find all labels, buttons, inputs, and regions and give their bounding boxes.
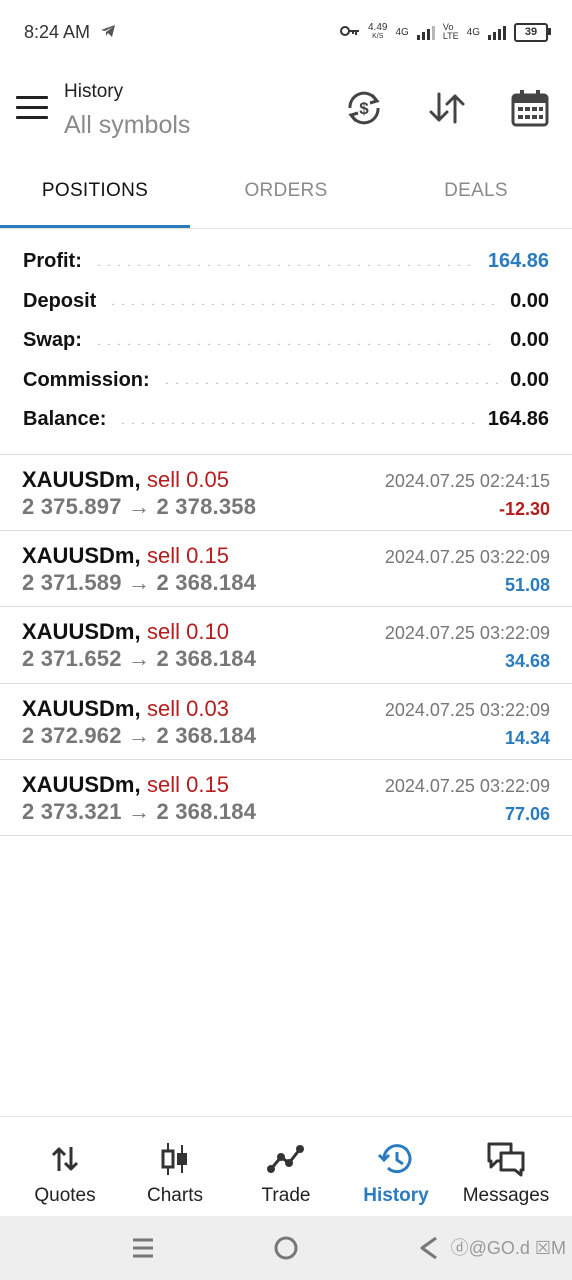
deal-prices: 2 372.962 → 2 368.184 [22,722,257,748]
recent-apps-icon[interactable] [128,1233,158,1263]
messages-icon [486,1141,526,1177]
dotted-leader [118,421,476,424]
deal-profit: -12.30 [498,499,550,519]
nav-label: Trade [261,1185,311,1206]
net-speed: 4.49 [368,22,388,33]
nav-label: Messages [462,1185,550,1206]
deal-symbol: XAUUSDm, [22,543,141,569]
summary-row-swap: Swap: 0.00 [0,321,572,361]
battery-icon: 39 [514,22,551,42]
nav-messages[interactable]: Messages [449,1117,563,1217]
page-title: History [64,81,124,102]
nav-label: Charts [147,1185,203,1206]
deal-side: sell 0.10 [147,619,229,645]
deal-symbol: XAUUSDm, [22,467,141,492]
dotted-leader [108,303,499,306]
summary-row-commission: Commission: 0.00 [0,361,572,401]
deal-side: sell 0.15 [147,771,229,797]
net-speed-unit: K/S [372,33,384,40]
charts-icon [155,1141,195,1177]
deal-prices: 2 371.589 → 2 368.184 [22,570,257,596]
deal-side: sell 0.05 [147,467,229,492]
bottom-navigation: Quotes Charts Trade History Messages [0,1116,572,1216]
sort-icon[interactable] [425,86,469,130]
telegram-icon [100,22,116,43]
app-bar: History All symbols $ [0,64,572,156]
nav-label: History [363,1185,429,1206]
deal-prices: 2 373.321 → 2 368.184 [22,798,257,824]
deal-profit: 34.68 [504,651,550,672]
deal-time: 2024.07.25 03:22:09 [384,699,550,720]
summary-value: 0.00 [510,289,549,312]
summary-value: 164.86 [487,408,549,431]
summary-label: Commission: [23,368,150,391]
trade-icon [266,1141,306,1177]
history-icon [376,1141,416,1177]
deal-symbol: XAUUSDm, [22,695,141,721]
list-item[interactable]: XAUUSDm, sell 0.15 2 371.589 → 2 368.184… [0,531,572,608]
nav-charts[interactable]: Charts [118,1117,232,1217]
summary-value: 0.00 [510,329,549,352]
tab-deals[interactable]: DEALS [381,156,571,228]
symbol-filter[interactable]: All symbols [64,111,190,140]
back-icon[interactable] [414,1233,444,1263]
summary-row-profit: Profit: 164.86 [0,242,572,282]
calendar-icon[interactable] [508,86,552,130]
summary-label: Profit: [23,250,82,273]
deal-time: 2024.07.25 03:22:09 [384,623,550,644]
battery-level: 39 [524,26,538,38]
nav-history[interactable]: History [339,1117,453,1217]
deal-prices: 2 375.897 → 2 378.358 [22,494,257,519]
summary-row-balance: Balance: 164.86 [0,400,572,440]
signal-icon [416,24,435,40]
deal-symbol: XAUUSDm, [22,619,141,645]
summary-label: Deposit [23,289,97,312]
network-type-1: 4G [395,26,409,38]
quotes-icon [45,1141,85,1177]
network-type-2: 4G [466,26,480,38]
home-icon[interactable] [271,1233,301,1263]
deal-time: 2024.07.25 02:24:15 [384,471,550,491]
divider [0,228,572,229]
status-time: 8:24 AM [24,21,91,42]
list-item[interactable]: XAUUSDm, sell 0.05 2 375.897 → 2 378.358… [0,455,572,532]
summary-row-deposit: Deposit 0.00 [0,282,572,322]
deal-time: 2024.07.25 03:22:09 [384,547,550,568]
key-icon [340,25,360,40]
signal-icon-2 [488,24,506,40]
sync-icon[interactable]: $ [342,86,386,130]
list-item[interactable]: XAUUSDm, sell 0.03 2 372.962 → 2 368.184… [0,684,572,760]
nav-label: Quotes [34,1185,96,1206]
menu-icon[interactable] [16,96,48,120]
deal-symbol: XAUUSDm, [22,771,141,797]
deal-side: sell 0.03 [147,695,229,721]
tab-bar: POSITIONS ORDERS DEALS [0,156,572,228]
volte-label: Vo LTE [442,22,459,41]
summary-panel: Profit: 164.86 Deposit 0.00 Swap: 0.00 C… [0,242,572,440]
tab-positions[interactable]: POSITIONS [0,156,190,228]
dotted-leader [161,382,499,385]
dotted-leader [93,342,499,345]
tab-orders[interactable]: ORDERS [191,156,381,228]
positions-list: XAUUSDm, sell 0.05 2 375.897 → 2 378.358… [0,455,572,836]
dotted-leader [93,263,476,266]
deal-profit: 51.08 [504,575,550,596]
deal-prices: 2 371.652 → 2 368.184 [22,646,257,672]
summary-label: Swap: [23,329,82,352]
deal-profit: 77.06 [504,803,550,824]
summary-label: Balance: [23,408,107,431]
summary-value: 0.00 [510,368,549,391]
status-bar: 8:24 AM 4.49 K/S 4G Vo LTE 4G 39 [0,0,572,64]
deal-profit: 14.34 [504,727,550,748]
svg-text:$: $ [359,99,369,118]
nav-quotes[interactable]: Quotes [8,1117,122,1217]
summary-value: 164.86 [487,250,549,273]
watermark: ⓓ@GO.d ☒M [450,1238,566,1258]
list-item[interactable]: XAUUSDm, sell 0.10 2 371.652 → 2 368.184… [0,607,572,684]
list-item[interactable]: XAUUSDm, sell 0.15 2 373.321 → 2 368.184… [0,760,572,836]
nav-trade[interactable]: Trade [229,1117,343,1217]
deal-time: 2024.07.25 03:22:09 [384,775,550,796]
deal-side: sell 0.15 [147,543,229,569]
